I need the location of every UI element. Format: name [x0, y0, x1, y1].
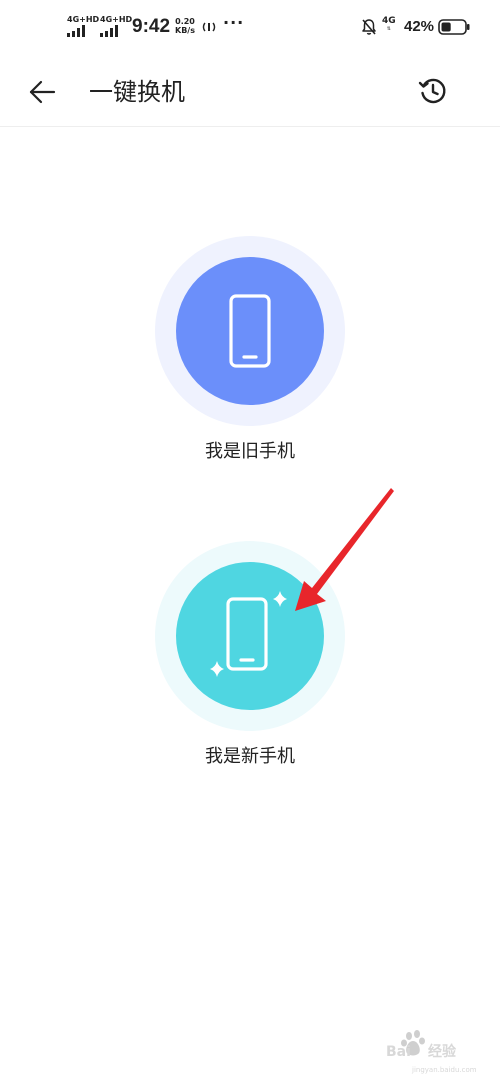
battery-level-fill	[441, 22, 451, 32]
sparkle-icon	[210, 661, 224, 677]
sim2-network-label: 4G+HD	[100, 15, 133, 24]
svg-text:经验: 经验	[428, 1043, 457, 1060]
bell-muted-icon	[362, 19, 376, 35]
arrow-left-icon	[29, 80, 56, 104]
phone-sparkle-icon	[210, 591, 287, 677]
old-phone-option[interactable]: 我是旧手机	[155, 236, 345, 464]
history-clock-icon	[418, 78, 446, 104]
sim2-signal: 4G+HD	[100, 16, 132, 38]
new-phone-label: 我是新手机	[205, 746, 295, 767]
more-notifications-icon: ···	[223, 13, 245, 32]
status-bar: 4G+HD 4G+HD 9:42 0.20 KB/s ··· 4G ⇅ 42%	[0, 0, 500, 56]
hotspot-icon	[202, 22, 216, 32]
screen: 4G+HD 4G+HD 9:42 0.20 KB/s ··· 4G ⇅ 42% …	[0, 0, 500, 1084]
network-speed-unit: KB/s	[175, 26, 195, 35]
battery-percent: 42%	[404, 18, 435, 35]
network-speed-value: 0.20	[175, 17, 195, 26]
clock: 9:42	[132, 16, 171, 37]
sim1-signal: 4G+HD	[67, 16, 99, 38]
network-type-label: 4G	[382, 16, 396, 26]
sparkle-icon	[273, 591, 287, 607]
baidu-jingyan-watermark-logo: Bai 经验 jingyan.baidu.com	[386, 1030, 477, 1074]
sim1-network-label: 4G+HD	[67, 15, 100, 24]
old-phone-circle-button[interactable]	[176, 257, 324, 405]
history-button[interactable]	[413, 71, 453, 111]
network-speed: 0.20 KB/s	[173, 17, 197, 35]
data-arrows-icon: ⇅	[386, 26, 391, 32]
page-title: 一键换机	[89, 78, 185, 106]
old-phone-halo	[155, 236, 345, 426]
phone-icon	[229, 294, 271, 368]
old-phone-label: 我是旧手机	[205, 441, 295, 462]
battery-icon	[438, 19, 470, 35]
signal-bars-icon	[100, 25, 118, 37]
signal-bars-icon	[67, 25, 85, 37]
red-arrow-annotation	[295, 488, 394, 611]
network-indicator: 4G ⇅	[382, 16, 396, 32]
app-bar: 一键换机	[0, 56, 500, 127]
svg-text:jingyan.baidu.com: jingyan.baidu.com	[411, 1066, 477, 1074]
back-button[interactable]	[22, 72, 62, 112]
svg-text:Bai: Bai	[386, 1044, 411, 1060]
